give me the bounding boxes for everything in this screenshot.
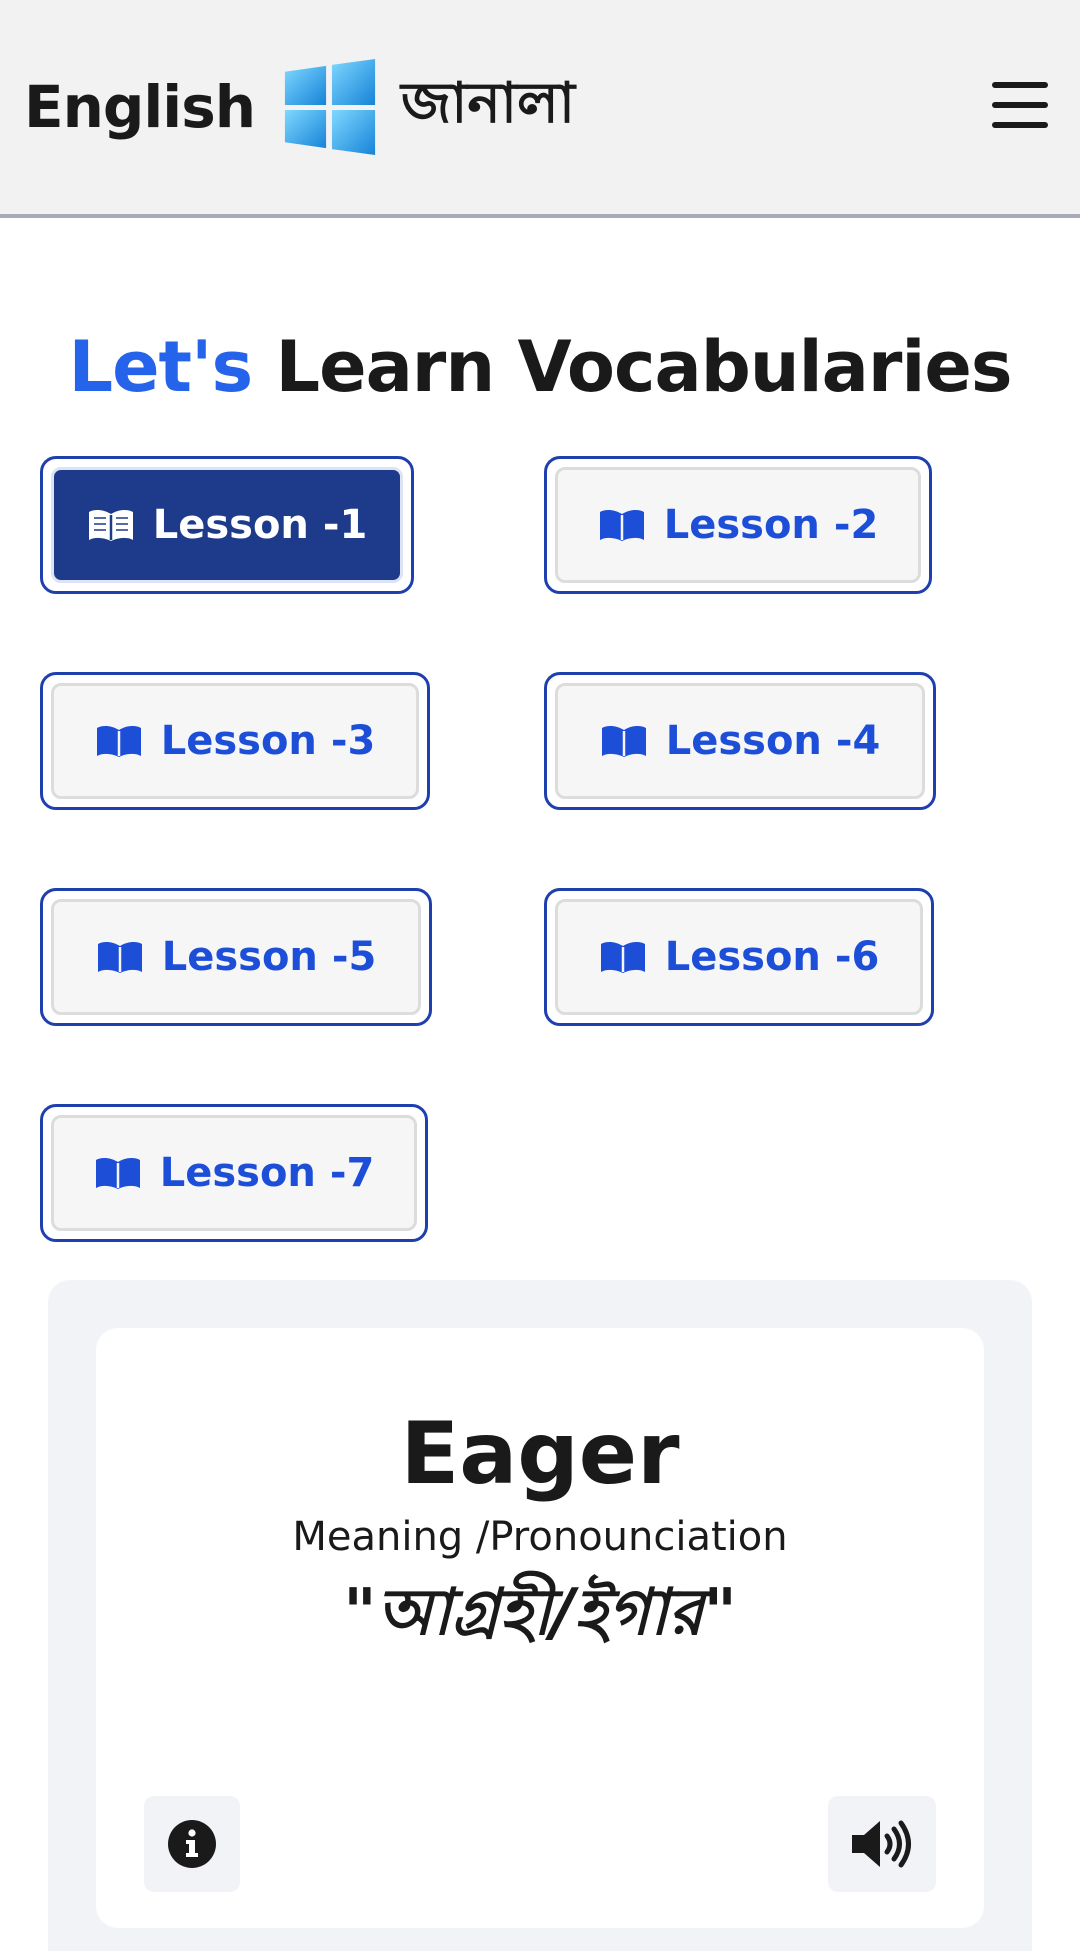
lesson-6-button[interactable]: Lesson -6 [544,888,934,1026]
vocabulary-card: Eager Meaning /Pronounciation "আগ্রহী/ইগ… [96,1328,984,1928]
lesson-label: Lesson -2 [663,502,879,548]
title-rest: Learn Vocabularies [275,326,1012,408]
menu-bar [992,82,1048,88]
book-open-icon [600,941,645,973]
lesson-button-inner: Lesson -1 [51,467,403,583]
menu-bar [992,102,1048,108]
lesson-button-inner: Lesson -4 [555,683,925,799]
meaning-pronunciation: "আগ্রহী/ইগার" [343,1576,737,1650]
lesson-5-button[interactable]: Lesson -5 [40,888,432,1026]
lesson-label: Lesson -4 [665,718,881,764]
brand[interactable]: English জানালা [24,52,575,162]
brand-english: English [24,73,256,141]
vocabulary-card-section: Eager Meaning /Pronounciation "আগ্রহী/ইগ… [48,1280,1032,1951]
book-open-icon [88,509,133,541]
book-open-icon [97,941,142,973]
lesson-label: Lesson -1 [152,502,368,548]
speaker-icon [852,1820,911,1868]
page-title: Let's Learn Vocabularies [0,326,1080,408]
lesson-label: Lesson -7 [159,1150,375,1196]
lesson-button-inner: Lesson -7 [51,1115,417,1231]
info-button[interactable] [144,1796,240,1892]
info-icon [168,1820,216,1868]
navbar: English জানালা [0,0,1080,218]
hamburger-menu-icon[interactable] [992,82,1048,128]
meaning-label: Meaning /Pronounciation [292,1514,788,1560]
lesson-label: Lesson -6 [664,934,880,980]
lesson-1-button[interactable]: Lesson -1 [40,456,414,594]
lesson-button-inner: Lesson -3 [51,683,419,799]
windows-logo-icon [284,58,376,156]
lesson-7-button[interactable]: Lesson -7 [40,1104,428,1242]
lesson-button-inner: Lesson -2 [555,467,921,583]
pronounce-button[interactable] [828,1796,936,1892]
lesson-label: Lesson -3 [160,718,376,764]
lesson-button-inner: Lesson -6 [555,899,923,1015]
lesson-4-button[interactable]: Lesson -4 [544,672,936,810]
book-open-icon [96,725,141,757]
brand-bangla: জানালা [401,71,575,136]
lesson-button-inner: Lesson -5 [51,899,421,1015]
title-accent: Let's [68,326,253,408]
book-open-icon [95,1157,140,1189]
lesson-label: Lesson -5 [161,934,377,980]
lesson-2-button[interactable]: Lesson -2 [544,456,932,594]
book-open-icon [601,725,646,757]
menu-bar [992,122,1048,128]
book-open-icon [599,509,644,541]
lesson-3-button[interactable]: Lesson -3 [40,672,430,810]
vocabulary-word: Eager [400,1404,680,1504]
